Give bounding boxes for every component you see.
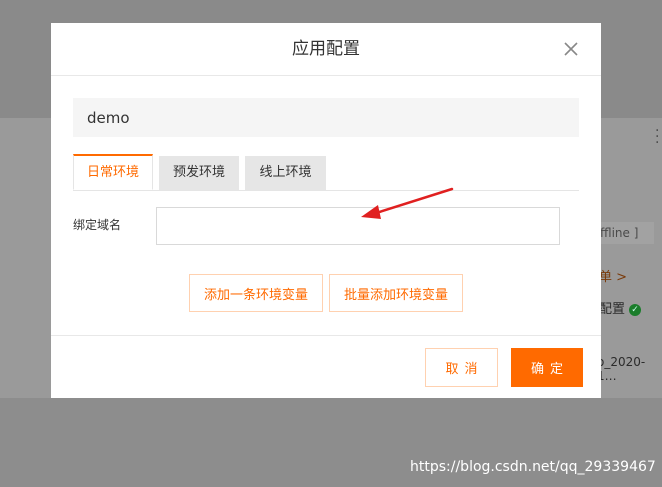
tab-daily-env[interactable]: 日常环境: [73, 154, 153, 190]
app-name-input[interactable]: [73, 98, 579, 137]
environment-tabs: 日常环境 预发环境 线上环境: [73, 154, 579, 191]
batch-add-env-variables-button[interactable]: 批量添加环境变量: [329, 274, 463, 312]
dialog-title: 应用配置: [292, 39, 360, 59]
bind-domain-label: 绑定域名: [73, 218, 122, 232]
close-icon[interactable]: [561, 39, 581, 59]
check-circle-icon: ✓: [629, 303, 642, 316]
app-config-dialog: 应用配置 日常环境 预发环境 线上环境 绑定域名 添加一条环境变量 批量添加环境…: [51, 23, 601, 398]
config-label: 配置: [599, 302, 626, 317]
list-link[interactable]: 单 >: [599, 266, 627, 285]
confirm-button[interactable]: 确定: [511, 348, 583, 387]
dialog-header: 应用配置: [51, 23, 601, 76]
more-options-icon[interactable]: · · ·: [655, 124, 659, 150]
tab-online-env[interactable]: 线上环境: [245, 156, 326, 190]
app-name-text: o_2020-1…: [597, 355, 646, 383]
watermark-text: https://blog.csdn.net/qq_29339467: [410, 459, 656, 475]
cancel-button[interactable]: 取消: [425, 348, 498, 387]
offline-status-label: ffline ]: [594, 222, 654, 244]
add-env-variable-button[interactable]: 添加一条环境变量: [189, 274, 323, 312]
tab-prerelease-env[interactable]: 预发环境: [159, 156, 239, 190]
bind-domain-input[interactable]: [156, 207, 560, 245]
dialog-footer: 取消 确定: [51, 335, 601, 399]
config-status: 配置 ✓: [599, 298, 642, 317]
